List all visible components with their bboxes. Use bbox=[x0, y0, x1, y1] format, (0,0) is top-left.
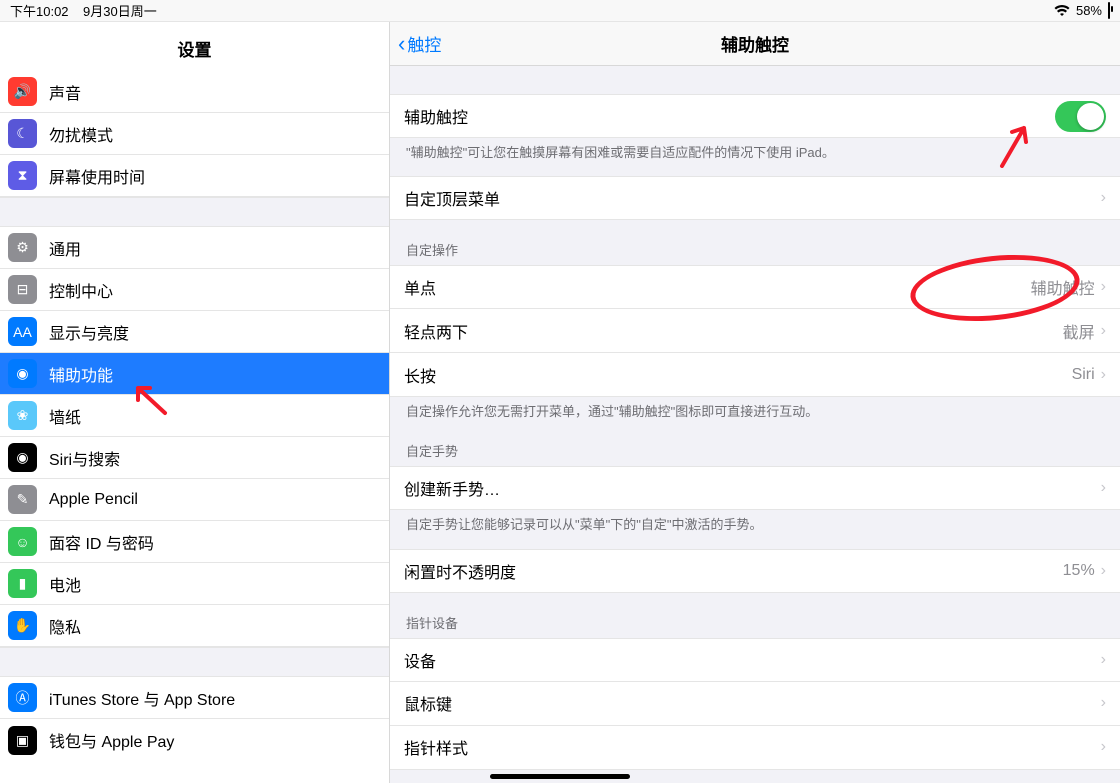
assistive-touch-desc: "辅助触控"可让您在触摸屏幕有困难或需要自适应配件的情况下使用 iPad。 bbox=[390, 138, 1120, 162]
battery-icon: ▮ bbox=[8, 569, 37, 598]
sidebar-item-label: 声音 bbox=[49, 80, 81, 104]
text-size-icon: AA bbox=[8, 317, 37, 346]
sidebar-item-label: 屏幕使用时间 bbox=[49, 164, 145, 188]
detail-title: 辅助触控 bbox=[390, 31, 1120, 56]
appstore-icon: Ⓐ bbox=[8, 683, 37, 712]
sidebar-item[interactable]: ▮ 电池 bbox=[0, 563, 389, 605]
battery-percent: 58% bbox=[1076, 3, 1102, 18]
accessibility-icon: ◉ bbox=[8, 359, 37, 388]
sidebar-item[interactable]: ◉ 辅助功能 bbox=[0, 353, 389, 395]
chevron-left-icon: ‹ bbox=[398, 31, 405, 57]
long-press-row[interactable]: 长按 Siri › bbox=[390, 353, 1120, 397]
sidebar-item[interactable]: 🔊 声音 bbox=[0, 71, 389, 113]
sidebar-item[interactable]: ☺ 面容 ID 与密码 bbox=[0, 521, 389, 563]
back-button[interactable]: ‹ 触控 bbox=[390, 31, 441, 57]
pointer-style-row[interactable]: 指针样式 › bbox=[390, 726, 1120, 770]
single-tap-row[interactable]: 单点 辅助触控 › bbox=[390, 265, 1120, 309]
chevron-right-icon: › bbox=[1101, 278, 1106, 296]
sidebar-item-label: 显示与亮度 bbox=[49, 320, 129, 344]
battery-icon bbox=[1108, 3, 1110, 18]
home-indicator[interactable] bbox=[490, 774, 630, 779]
devices-row[interactable]: 设备 › bbox=[390, 638, 1120, 682]
sidebar-item[interactable]: ✋ 隐私 bbox=[0, 605, 389, 647]
assistive-touch-row[interactable]: 辅助触控 bbox=[390, 94, 1120, 138]
idle-opacity-row[interactable]: 闲置时不透明度 15% › bbox=[390, 549, 1120, 593]
sidebar-item[interactable]: ✎ Apple Pencil bbox=[0, 479, 389, 521]
sidebar-item-label: 钱包与 Apple Pay bbox=[49, 728, 174, 752]
sidebar-title: 设置 bbox=[0, 22, 389, 71]
sidebar-item[interactable]: ⧗ 屏幕使用时间 bbox=[0, 155, 389, 197]
pointer-devices-header: 指针设备 bbox=[390, 593, 1120, 638]
chevron-right-icon: › bbox=[1101, 322, 1106, 340]
sidebar-item-label: Siri与搜索 bbox=[49, 446, 120, 470]
sidebar-item[interactable]: ◉ Siri与搜索 bbox=[0, 437, 389, 479]
pencil-icon: ✎ bbox=[8, 485, 37, 514]
moon-icon: ☾ bbox=[8, 119, 37, 148]
settings-sidebar: 设置 🔊 声音 ☾ 勿扰模式 ⧗ 屏幕使用时间 ⚙ 通用 ⊟ 控制中心 AA 显示与亮度 ◉ 辅助功能 ❀ 墙… bbox=[0, 22, 390, 783]
sidebar-item[interactable]: ⊟ 控制中心 bbox=[0, 269, 389, 311]
chevron-right-icon: › bbox=[1101, 651, 1106, 669]
chevron-right-icon: › bbox=[1101, 694, 1106, 712]
custom-actions-header: 自定操作 bbox=[390, 220, 1120, 265]
switches-icon: ⊟ bbox=[8, 275, 37, 304]
sidebar-item[interactable]: ▣ 钱包与 Apple Pay bbox=[0, 719, 389, 761]
create-gesture-row[interactable]: 创建新手势… › bbox=[390, 466, 1120, 510]
chevron-right-icon: › bbox=[1101, 562, 1106, 580]
sidebar-item[interactable]: ❀ 墙纸 bbox=[0, 395, 389, 437]
hand-icon: ✋ bbox=[8, 611, 37, 640]
customize-top-menu-row[interactable]: 自定顶层菜单 › bbox=[390, 176, 1120, 220]
sidebar-item-label: 勿扰模式 bbox=[49, 122, 113, 146]
status-bar: 下午10:02 9月30日周一 58% bbox=[0, 0, 1120, 22]
hourglass-icon: ⧗ bbox=[8, 161, 37, 190]
chevron-right-icon: › bbox=[1101, 738, 1106, 756]
status-date: 9月30日周一 bbox=[83, 4, 157, 19]
sidebar-item[interactable]: AA 显示与亮度 bbox=[0, 311, 389, 353]
sidebar-item[interactable]: ☾ 勿扰模式 bbox=[0, 113, 389, 155]
flower-icon: ❀ bbox=[8, 401, 37, 430]
sidebar-item-label: iTunes Store 与 App Store bbox=[49, 686, 235, 710]
sidebar-item[interactable]: ⒶiTunes Store 与 App Store bbox=[0, 677, 389, 719]
faceid-icon: ☺ bbox=[8, 527, 37, 556]
back-label: 触控 bbox=[407, 31, 441, 56]
custom-gestures-header: 自定手势 bbox=[390, 421, 1120, 466]
custom-gestures-footer: 自定手势让您能够记录可以从"菜单"下的"自定"中激活的手势。 bbox=[390, 510, 1120, 534]
detail-header: ‹ 触控 辅助触控 bbox=[390, 22, 1120, 66]
sidebar-item-label: 电池 bbox=[49, 572, 81, 596]
sidebar-item[interactable]: ⚙ 通用 bbox=[0, 227, 389, 269]
chevron-right-icon: › bbox=[1101, 189, 1106, 207]
sidebar-item-label: 隐私 bbox=[49, 614, 81, 638]
chevron-right-icon: › bbox=[1101, 366, 1106, 384]
assistive-touch-label: 辅助触控 bbox=[404, 104, 1055, 128]
gear-icon: ⚙ bbox=[8, 233, 37, 262]
detail-pane: ‹ 触控 辅助触控 辅助触控 "辅助触控"可让您在触摸屏幕有困难或需要自适应配件… bbox=[390, 22, 1120, 783]
status-time: 下午10:02 bbox=[10, 4, 69, 19]
sidebar-item-label: 辅助功能 bbox=[49, 362, 113, 386]
mouse-keys-row[interactable]: 鼠标键 › bbox=[390, 682, 1120, 726]
sidebar-item-label: Apple Pencil bbox=[49, 491, 138, 509]
speaker-icon: 🔊 bbox=[8, 77, 37, 106]
sidebar-item-label: 面容 ID 与密码 bbox=[49, 530, 154, 554]
wifi-icon bbox=[1054, 5, 1070, 17]
sidebar-item-label: 控制中心 bbox=[49, 278, 113, 302]
assistive-touch-switch[interactable] bbox=[1055, 101, 1106, 132]
custom-actions-footer: 自定操作允许您无需打开菜单，通过"辅助触控"图标即可直接进行互动。 bbox=[390, 397, 1120, 421]
sidebar-item-label: 通用 bbox=[49, 236, 81, 260]
double-tap-row[interactable]: 轻点两下 截屏 › bbox=[390, 309, 1120, 353]
wallet-icon: ▣ bbox=[8, 726, 37, 755]
chevron-right-icon: › bbox=[1101, 479, 1106, 497]
sidebar-item-label: 墙纸 bbox=[49, 404, 81, 428]
siri-icon: ◉ bbox=[8, 443, 37, 472]
